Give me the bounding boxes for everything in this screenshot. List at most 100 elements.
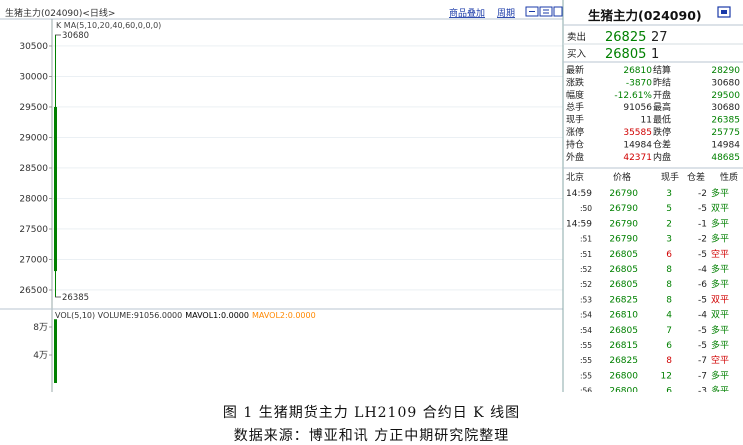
terminal-window: 生猪主力(024090)<日线> 商品叠加 周期 30500 30000 29500… [0, 0, 743, 392]
volume-tick-label: 4万 [33, 351, 48, 361]
trade-diff: -5 [698, 341, 707, 351]
trade-price: 26805 [609, 280, 638, 290]
trade-header-cell: 仓差 [687, 171, 705, 183]
trade-diff: -2 [698, 235, 707, 245]
price-tick-label: 28000 [19, 194, 48, 204]
vol-legend-main: VOL(5,10) VOLUME:91056.0000 [55, 311, 182, 320]
trade-diff: -7 [698, 356, 707, 366]
trade-qty: 8 [666, 356, 672, 366]
trade-time: :55 [580, 356, 592, 365]
stat-value: -12.61% [614, 91, 652, 101]
trade-qty: 6 [666, 387, 672, 392]
overlay-commodity-link[interactable]: 商品叠加 [449, 7, 485, 19]
stat-label: 现手 [566, 114, 584, 126]
volume-bar [54, 319, 57, 383]
trade-qty: 3 [666, 235, 672, 245]
trade-price: 26825 [609, 295, 638, 305]
trade-diff: -5 [698, 326, 707, 336]
stat-value: 30680 [711, 103, 740, 113]
price-tick-label: 26500 [19, 286, 48, 296]
trade-nature: 双平 [711, 310, 729, 321]
trade-diff: -3 [698, 387, 707, 392]
cycle-link[interactable]: 周期 [497, 8, 515, 19]
trade-diff: -5 [698, 204, 707, 214]
low-marker-label: 26385 [62, 293, 89, 303]
price-tick-label: 29000 [19, 133, 48, 143]
trade-time: 14:59 [566, 189, 592, 199]
trade-time: :53 [580, 295, 592, 304]
trade-nature: 空平 [711, 354, 729, 366]
trade-price: 26805 [609, 265, 638, 275]
trade-time: :51 [580, 235, 592, 244]
stat-value: 35585 [623, 128, 652, 138]
buy-price: 26805 [605, 47, 646, 62]
ma-legend: K MA(5,10,20,40,60,0,0,0) [56, 21, 161, 30]
trade-price: 26815 [609, 341, 638, 351]
stat-value: 25775 [711, 128, 740, 138]
price-tick-label: 27500 [19, 225, 48, 235]
trade-qty: 5 [666, 204, 672, 214]
trade-qty: 8 [666, 280, 672, 290]
trade-time: :52 [580, 280, 592, 289]
quote-title: 生猪主力(024090) [588, 8, 702, 23]
buy-label: 买入 [567, 49, 587, 60]
trade-qty: 6 [666, 341, 672, 351]
trade-price: 26800 [609, 387, 638, 392]
stat-value: 42371 [623, 153, 652, 163]
trade-nature: 多平 [711, 369, 729, 381]
stat-value: 14984 [711, 140, 740, 150]
trade-time: :55 [580, 341, 592, 350]
mavol2-legend: MAVOL2:0.0000 [252, 311, 316, 320]
price-tick-label: 29500 [19, 103, 48, 113]
trade-diff: -5 [698, 295, 707, 305]
trade-nature: 多平 [711, 217, 729, 229]
stat-label: 最低 [653, 114, 671, 126]
trade-diff: -7 [698, 371, 707, 381]
stat-label: 结算 [653, 64, 671, 76]
trade-nature: 多平 [711, 324, 729, 336]
stat-label: 开盘 [653, 89, 671, 101]
trade-qty: 4 [666, 311, 672, 321]
price-tick-label: 27000 [19, 255, 48, 265]
trade-price: 26790 [609, 189, 638, 199]
stat-value: 30680 [711, 78, 740, 88]
price-tick-label: 30000 [19, 72, 48, 82]
chart-title: 生猪主力(024090)<日线> [5, 7, 115, 19]
stat-label: 涨跌 [566, 77, 584, 88]
sell-qty: 27 [651, 30, 668, 45]
trade-qty: 7 [666, 326, 672, 336]
trade-diff: -6 [698, 280, 707, 290]
trade-header-cell: 北京 [566, 171, 584, 183]
stat-value: 26385 [711, 116, 740, 126]
sell-price: 26825 [605, 30, 646, 45]
trade-header-cell: 现手 [661, 171, 679, 183]
stat-label: 最新 [566, 64, 584, 76]
vol-legend: VOL(5,10) VOLUME:91056.0000 MAVOL1:0.0000… [55, 311, 316, 320]
trade-time: 14:59 [566, 219, 592, 229]
trade-diff: -4 [698, 311, 707, 321]
trade-nature: 空平 [711, 248, 729, 260]
trade-nature: 多平 [711, 339, 729, 351]
mavol1-legend: MAVOL1:0.0000 [185, 311, 249, 320]
trade-price: 26800 [609, 371, 638, 381]
buy-qty: 1 [651, 47, 659, 62]
trade-diff: -1 [698, 219, 707, 229]
figure-caption: 图 1 生猪期货主力 LH2109 合约日 K 线图 [222, 405, 521, 421]
high-marker-label: 30680 [62, 31, 89, 41]
stat-label: 跌停 [653, 126, 671, 138]
trade-nature: 多平 [711, 263, 729, 275]
trade-nature: 多平 [711, 187, 729, 199]
trade-qty: 12 [661, 371, 672, 381]
stat-value: 28290 [711, 66, 740, 76]
trade-time: :55 [580, 371, 592, 380]
trade-time: :51 [580, 250, 592, 259]
stat-label: 持仓 [566, 138, 584, 150]
kline-background [0, 0, 563, 392]
volume-tick-label: 8万 [33, 323, 48, 333]
stat-value: -3870 [626, 78, 652, 88]
trade-nature: 多平 [711, 278, 729, 290]
trade-diff: -5 [698, 250, 707, 260]
stat-value: 91056 [623, 103, 652, 113]
trade-time: :50 [580, 204, 592, 213]
trade-nature: 多平 [711, 233, 729, 245]
